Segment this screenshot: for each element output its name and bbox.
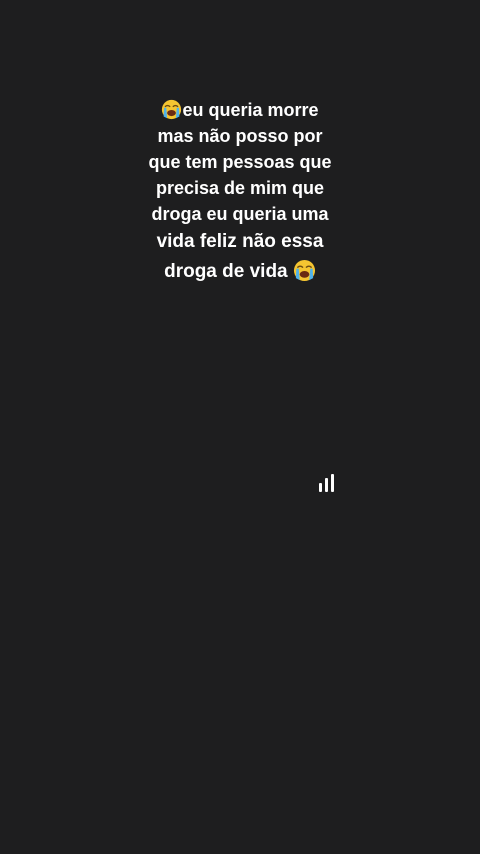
story-text: eu queria morre mas não posso por que te… <box>0 97 480 287</box>
story-line-4: precisa de mim que <box>155 178 325 198</box>
signal-bar-3 <box>331 474 334 492</box>
story-line-2: mas não posso por <box>157 126 323 146</box>
story-screen: eu queria morre mas não posso por que te… <box>0 0 480 854</box>
story-line-1-text: eu queria morre <box>182 100 319 120</box>
loudly-crying-face-icon <box>162 99 182 120</box>
story-line-6: vida feliz não essa <box>156 231 324 252</box>
signal-bar-1 <box>319 483 322 492</box>
signal-bar-2 <box>325 478 328 492</box>
loudly-crying-face-icon <box>293 259 315 282</box>
signal-bars-icon[interactable] <box>318 474 338 492</box>
story-line-7-text: droga de vida <box>164 261 288 282</box>
story-line-5: droga eu queria uma <box>151 204 329 224</box>
story-line-7: droga de vida <box>0 257 480 287</box>
story-line-3: que tem pessoas que <box>148 152 332 172</box>
story-line-1: eu queria morre <box>0 97 480 123</box>
